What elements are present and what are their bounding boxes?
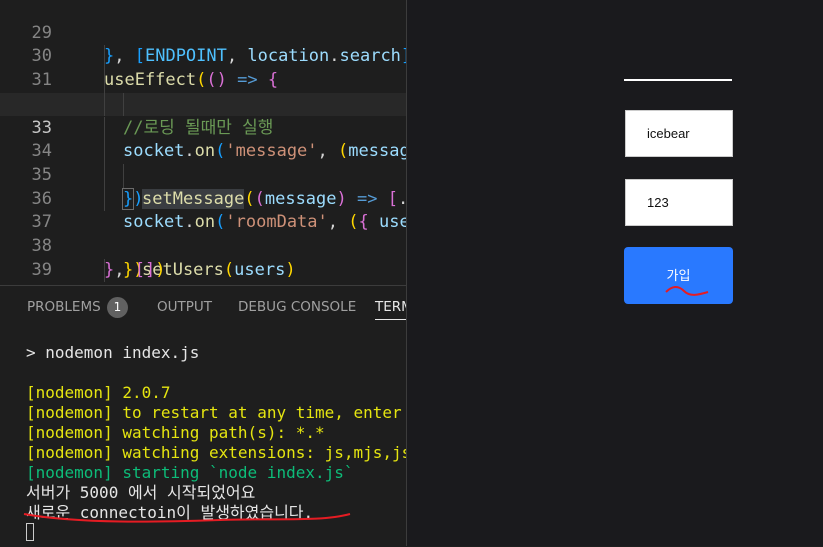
room-input[interactable]: 123 bbox=[625, 179, 733, 226]
red-underline-annotation bbox=[665, 286, 709, 296]
code-line-31[interactable]: 31 //로딩 될때만 실행 bbox=[0, 45, 407, 138]
panel-tabs: PROBLEMS 1 OUTPUT DEBUG CONSOLE TERMINAL bbox=[0, 286, 407, 330]
terminal-line: [nodemon] to restart at any time, enter … bbox=[26, 403, 402, 422]
tab-problems[interactable]: PROBLEMS bbox=[27, 299, 101, 315]
terminal-line: 서버가 5000 에서 시작되었어요 bbox=[26, 483, 256, 502]
code-line-32[interactable]: 32 socket.on('message', (message) bbox=[0, 69, 407, 161]
terminal-line: [nodemon] watching path(s): *.* bbox=[26, 423, 325, 442]
indent-guide bbox=[123, 92, 124, 117]
terminal-line: [nodemon] 2.0.7 bbox=[26, 383, 171, 402]
code-line-39[interactable]: 39 const sendMessage = (event) => { bbox=[0, 235, 407, 284]
indent-guide bbox=[104, 187, 105, 212]
code-line-30[interactable]: 30 useEffect(() => { bbox=[0, 22, 407, 90]
code-line-35[interactable]: 35 socket.on('roomData', ({ users bbox=[0, 140, 407, 232]
code-line-37[interactable]: 37 }) bbox=[0, 187, 407, 280]
code-editor[interactable]: 29 }, [ENDPOINT, location.search]) 30 us… bbox=[0, 0, 407, 284]
code-line-34[interactable]: 34 }) bbox=[0, 116, 407, 210]
indent-guide bbox=[104, 258, 105, 283]
indent-guide bbox=[104, 69, 105, 93]
terminal-line: [nodemon] starting `node index.js` bbox=[26, 463, 354, 482]
tab-terminal[interactable]: TERMINAL bbox=[375, 299, 407, 320]
indent-guide bbox=[104, 92, 105, 117]
code-line-29[interactable]: 29 }, [ENDPOINT, location.search]) bbox=[0, 0, 407, 67]
bottom-panel: PROBLEMS 1 OUTPUT DEBUG CONSOLE TERMINAL… bbox=[0, 285, 407, 547]
code-line-36[interactable]: 36 setUsers(users) bbox=[0, 163, 407, 280]
tab-output[interactable]: OUTPUT bbox=[157, 299, 212, 315]
heading-rule bbox=[624, 79, 732, 81]
terminal-cursor bbox=[26, 523, 34, 541]
red-underline-annotation bbox=[23, 513, 351, 523]
line-number: 40 bbox=[0, 282, 52, 284]
code-text: const sendMessage = (event) => { bbox=[104, 282, 407, 284]
code-line-33[interactable]: 33 setMessage((message) => [... bbox=[0, 92, 407, 209]
app-preview: icebear 123 가입 bbox=[407, 0, 823, 546]
indent-guide bbox=[123, 163, 124, 188]
problems-count-badge: 1 bbox=[107, 297, 128, 318]
username-input[interactable]: icebear bbox=[625, 110, 733, 157]
terminal-command: > nodemon index.js bbox=[26, 343, 200, 362]
indent-guide bbox=[104, 140, 105, 164]
terminal-line: [nodemon] watching extensions: js,mjs,js… bbox=[26, 443, 407, 462]
indent-guide bbox=[104, 163, 105, 188]
indent-guide bbox=[104, 45, 105, 70]
indent-guide bbox=[104, 116, 105, 141]
code-line-38[interactable]: 38 }, []) bbox=[0, 211, 407, 280]
tab-debug-console[interactable]: DEBUG CONSOLE bbox=[238, 299, 356, 315]
code-line-40[interactable]: 40 event.preventDefault() bbox=[0, 258, 407, 284]
